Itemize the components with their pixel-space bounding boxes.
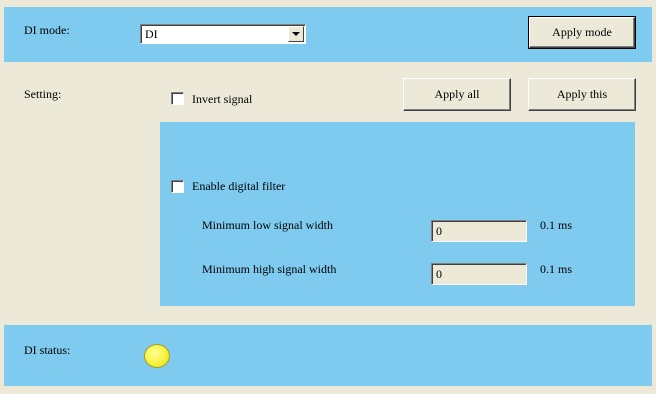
di-mode-select[interactable]: DI bbox=[140, 24, 306, 44]
di-mode-label: DI mode: bbox=[24, 23, 70, 37]
min-high-width-unit: 0.1 ms bbox=[540, 262, 573, 276]
invert-signal-label: Invert signal bbox=[192, 92, 253, 106]
apply-this-button[interactable]: Apply this bbox=[528, 78, 636, 111]
setting-label: Setting: bbox=[24, 87, 62, 101]
enable-digital-filter-checkbox[interactable] bbox=[171, 180, 184, 193]
min-high-width-label: Minimum high signal width bbox=[202, 262, 337, 276]
di-status-indicator bbox=[144, 344, 170, 368]
enable-digital-filter-label: Enable digital filter bbox=[192, 179, 286, 193]
min-high-width-field[interactable]: 0 bbox=[431, 263, 527, 285]
min-low-width-unit: 0.1 ms bbox=[540, 218, 573, 232]
invert-signal-checkbox[interactable] bbox=[171, 92, 184, 105]
chevron-down-icon[interactable] bbox=[288, 26, 304, 42]
apply-mode-button[interactable]: Apply mode bbox=[528, 16, 636, 49]
apply-all-button[interactable]: Apply all bbox=[403, 78, 511, 111]
min-low-width-label: Minimum low signal width bbox=[202, 218, 334, 232]
digital-filter-panel bbox=[160, 122, 635, 306]
di-status-label: DI status: bbox=[24, 343, 71, 357]
min-low-width-field[interactable]: 0 bbox=[431, 220, 527, 242]
di-settings-panel: DI mode: DI Apply mode Setting: Invert s… bbox=[0, 0, 656, 394]
di-mode-value: DI bbox=[145, 27, 158, 41]
status-band bbox=[4, 325, 652, 386]
